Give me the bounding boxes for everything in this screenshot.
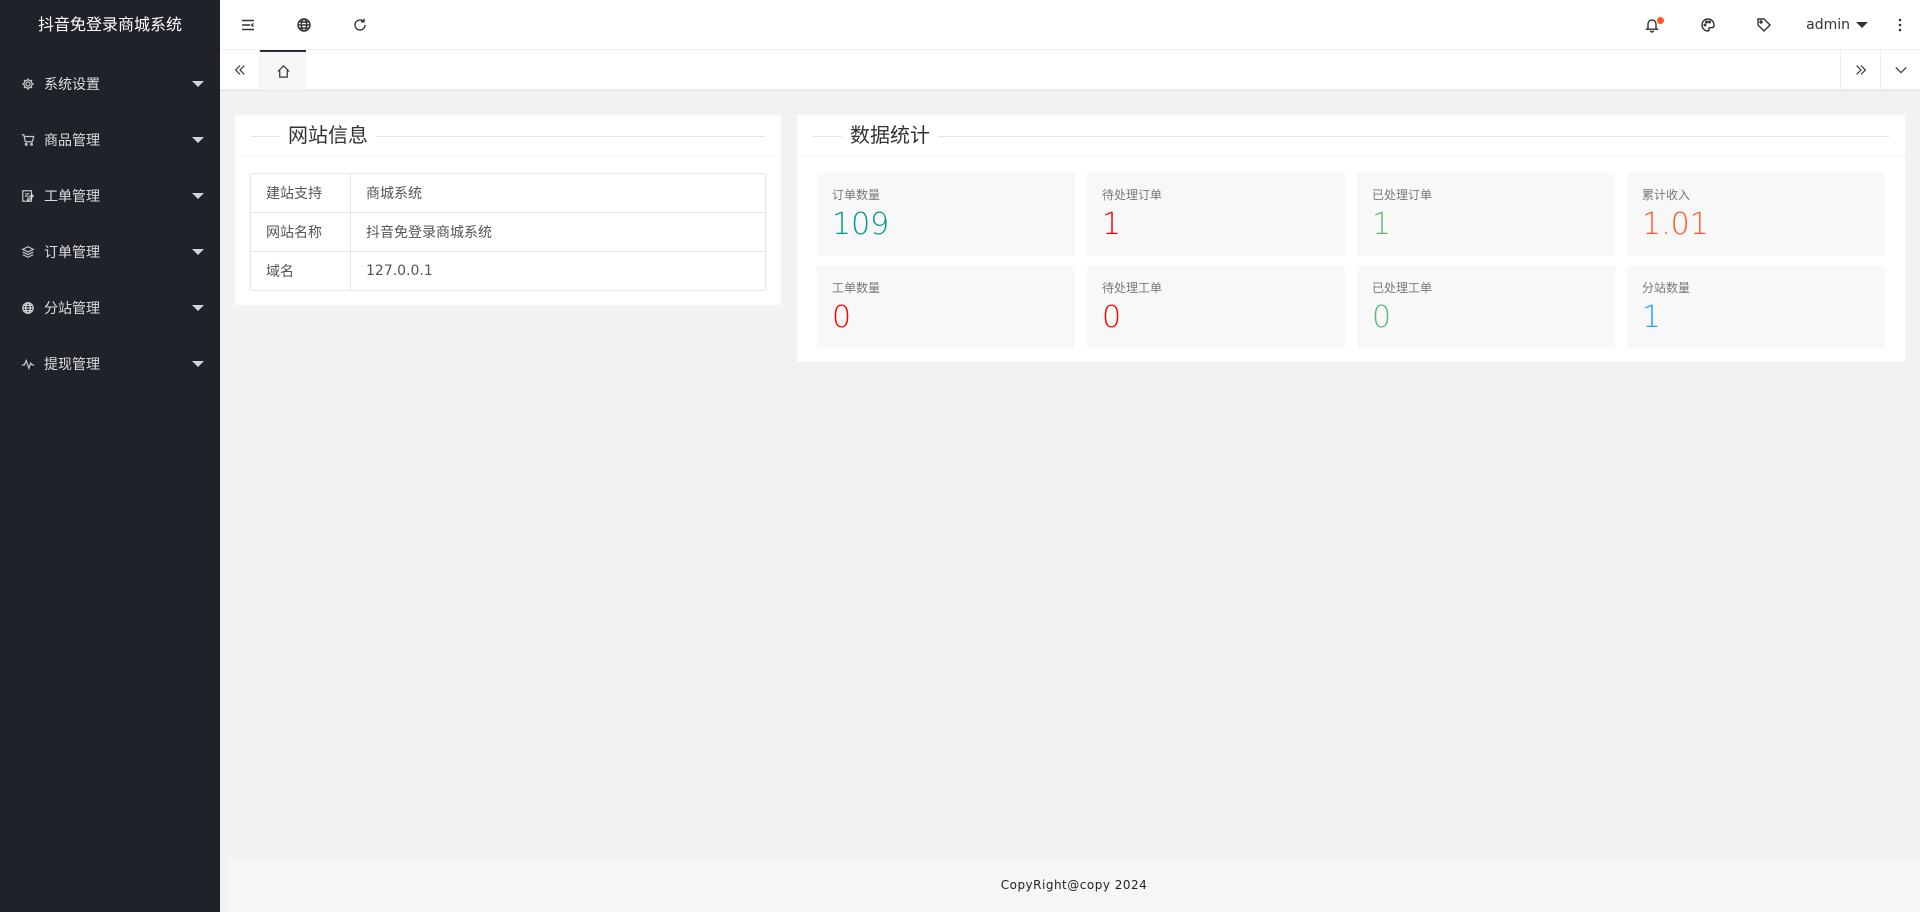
stat-value: 0 xyxy=(1372,300,1392,335)
sidebar-item-orders[interactable]: 订单管理 xyxy=(0,224,220,280)
sidebar-item-system-settings[interactable]: 系统设置 xyxy=(0,56,220,112)
sidebar-item-label: 分站管理 xyxy=(44,301,100,317)
stat-value: 1.01 xyxy=(1642,207,1709,242)
stat-label: 已处理工单 xyxy=(1372,281,1433,295)
stat-value: 1 xyxy=(1102,207,1122,242)
row-key: 建站支持 xyxy=(250,173,351,213)
form-icon xyxy=(18,186,38,206)
caret-down-icon xyxy=(192,305,204,311)
tag-button[interactable] xyxy=(1736,0,1792,50)
stat-label: 工单数量 xyxy=(832,281,881,295)
sidebar-item-label: 提现管理 xyxy=(44,357,100,373)
double-chevron-left-icon xyxy=(234,65,245,75)
tabs-options-button[interactable] xyxy=(1880,50,1920,90)
row-key: 域名 xyxy=(250,251,351,291)
more-options-button[interactable] xyxy=(1880,0,1920,50)
card-title: 数据统计 xyxy=(842,123,938,147)
double-chevron-right-icon xyxy=(1855,65,1866,75)
stat-total-income: 累计收入 1.01 xyxy=(1627,173,1885,256)
layers-icon xyxy=(18,242,38,262)
stat-processed-tickets: 已处理工单 0 xyxy=(1357,266,1615,349)
site-info-table: 建站支持 商城系统 网站名称 抖音免登录商城系统 域名 127.0.0.1 xyxy=(250,173,766,291)
stat-label: 待处理订单 xyxy=(1102,188,1163,202)
sidebar-item-tickets[interactable]: 工单管理 xyxy=(0,168,220,224)
tab-home[interactable] xyxy=(260,50,306,90)
stat-processed-orders: 已处理订单 1 xyxy=(1357,173,1615,256)
menu-fold-icon xyxy=(242,19,254,31)
globe-icon xyxy=(297,18,311,32)
stat-label: 已处理订单 xyxy=(1372,188,1433,202)
stat-ticket-count: 工单数量 0 xyxy=(817,266,1075,349)
more-vertical-icon xyxy=(1898,18,1902,32)
caret-down-icon xyxy=(192,361,204,367)
page-tabs-bar xyxy=(220,50,1920,90)
card-title: 网站信息 xyxy=(280,123,376,147)
sidebar-item-label: 订单管理 xyxy=(44,245,100,261)
data-stats-card: 数据统计 订单数量 109 待处理订单 1 已处理订单 1 累计收入 1.01 … xyxy=(797,115,1905,362)
notifications-button[interactable] xyxy=(1624,0,1680,50)
home-icon xyxy=(276,64,290,78)
sidebar-item-label: 商品管理 xyxy=(44,133,100,149)
stat-substation-count: 分站数量 1 xyxy=(1627,266,1885,349)
caret-down-icon xyxy=(192,249,204,255)
chevron-down-icon xyxy=(1894,66,1907,74)
divider xyxy=(813,136,1889,137)
row-key: 网站名称 xyxy=(250,212,351,252)
stat-value: 1 xyxy=(1372,207,1392,242)
palette-icon xyxy=(1701,18,1715,32)
theme-button[interactable] xyxy=(1680,0,1736,50)
caret-down-icon xyxy=(192,137,204,143)
stat-label: 订单数量 xyxy=(832,188,881,202)
sidebar-menu: 系统设置 商品管理 工单管理 订单管理 分站管理 提现管理 xyxy=(0,50,220,392)
stat-label: 累计收入 xyxy=(1642,188,1691,202)
sidebar-item-substations[interactable]: 分站管理 xyxy=(0,280,220,336)
stat-value: 1 xyxy=(1642,300,1662,335)
stat-label: 待处理工单 xyxy=(1102,281,1163,295)
user-menu[interactable]: admin xyxy=(1792,0,1880,50)
tabs-scroll-left-button[interactable] xyxy=(220,50,260,90)
table-row: 网站名称 抖音免登录商城系统 xyxy=(250,212,766,252)
row-value: 商城系统 xyxy=(350,173,766,213)
stat-value: 0 xyxy=(1102,300,1122,335)
sidebar-item-withdrawals[interactable]: 提现管理 xyxy=(0,336,220,392)
pulse-icon xyxy=(18,354,38,374)
refresh-icon xyxy=(354,18,366,31)
caret-down-icon xyxy=(1856,22,1868,28)
stat-value: 0 xyxy=(832,300,852,335)
table-row: 域名 127.0.0.1 xyxy=(250,251,766,291)
site-info-card: 网站信息 建站支持 商城系统 网站名称 抖音免登录商城系统 域名 127.0.0… xyxy=(235,115,781,305)
stat-label: 分站数量 xyxy=(1642,281,1691,295)
sidebar-item-products[interactable]: 商品管理 xyxy=(0,112,220,168)
view-site-button[interactable] xyxy=(276,0,332,50)
stat-pending-tickets: 待处理工单 0 xyxy=(1087,266,1345,349)
stat-order-count: 订单数量 109 xyxy=(817,173,1075,256)
cart-icon xyxy=(18,130,38,150)
collapse-sidebar-button[interactable] xyxy=(220,0,276,50)
sidebar-item-label: 系统设置 xyxy=(44,77,100,93)
sidebar-item-label: 工单管理 xyxy=(44,189,100,205)
notification-dot xyxy=(1657,17,1665,24)
card-header: 数据统计 xyxy=(797,115,1905,157)
gear-icon xyxy=(18,74,38,94)
card-header: 网站信息 xyxy=(235,115,781,157)
caret-down-icon xyxy=(192,193,204,199)
table-row: 建站支持 商城系统 xyxy=(250,173,766,213)
tabs-scroll-right-button[interactable] xyxy=(1840,50,1880,90)
top-header: admin xyxy=(220,0,1920,50)
globe-icon xyxy=(18,298,38,318)
stat-value: 109 xyxy=(832,207,890,242)
header-left-tools xyxy=(220,0,388,50)
app-logo-title[interactable]: 抖音免登录商城系统 xyxy=(0,0,220,50)
row-value: 127.0.0.1 xyxy=(350,251,766,291)
refresh-button[interactable] xyxy=(332,0,388,50)
footer-copyright: CopyRight@copy 2024 xyxy=(228,858,1920,912)
header-right-tools: admin xyxy=(1624,0,1920,50)
username: admin xyxy=(1806,17,1850,33)
sidebar: 抖音免登录商城系统 系统设置 商品管理 工单管理 订单管理 分站管理 提现管理 xyxy=(0,0,220,912)
row-value: 抖音免登录商城系统 xyxy=(350,212,766,252)
tag-icon xyxy=(1757,18,1772,32)
stat-pending-orders: 待处理订单 1 xyxy=(1087,173,1345,256)
caret-down-icon xyxy=(192,81,204,87)
